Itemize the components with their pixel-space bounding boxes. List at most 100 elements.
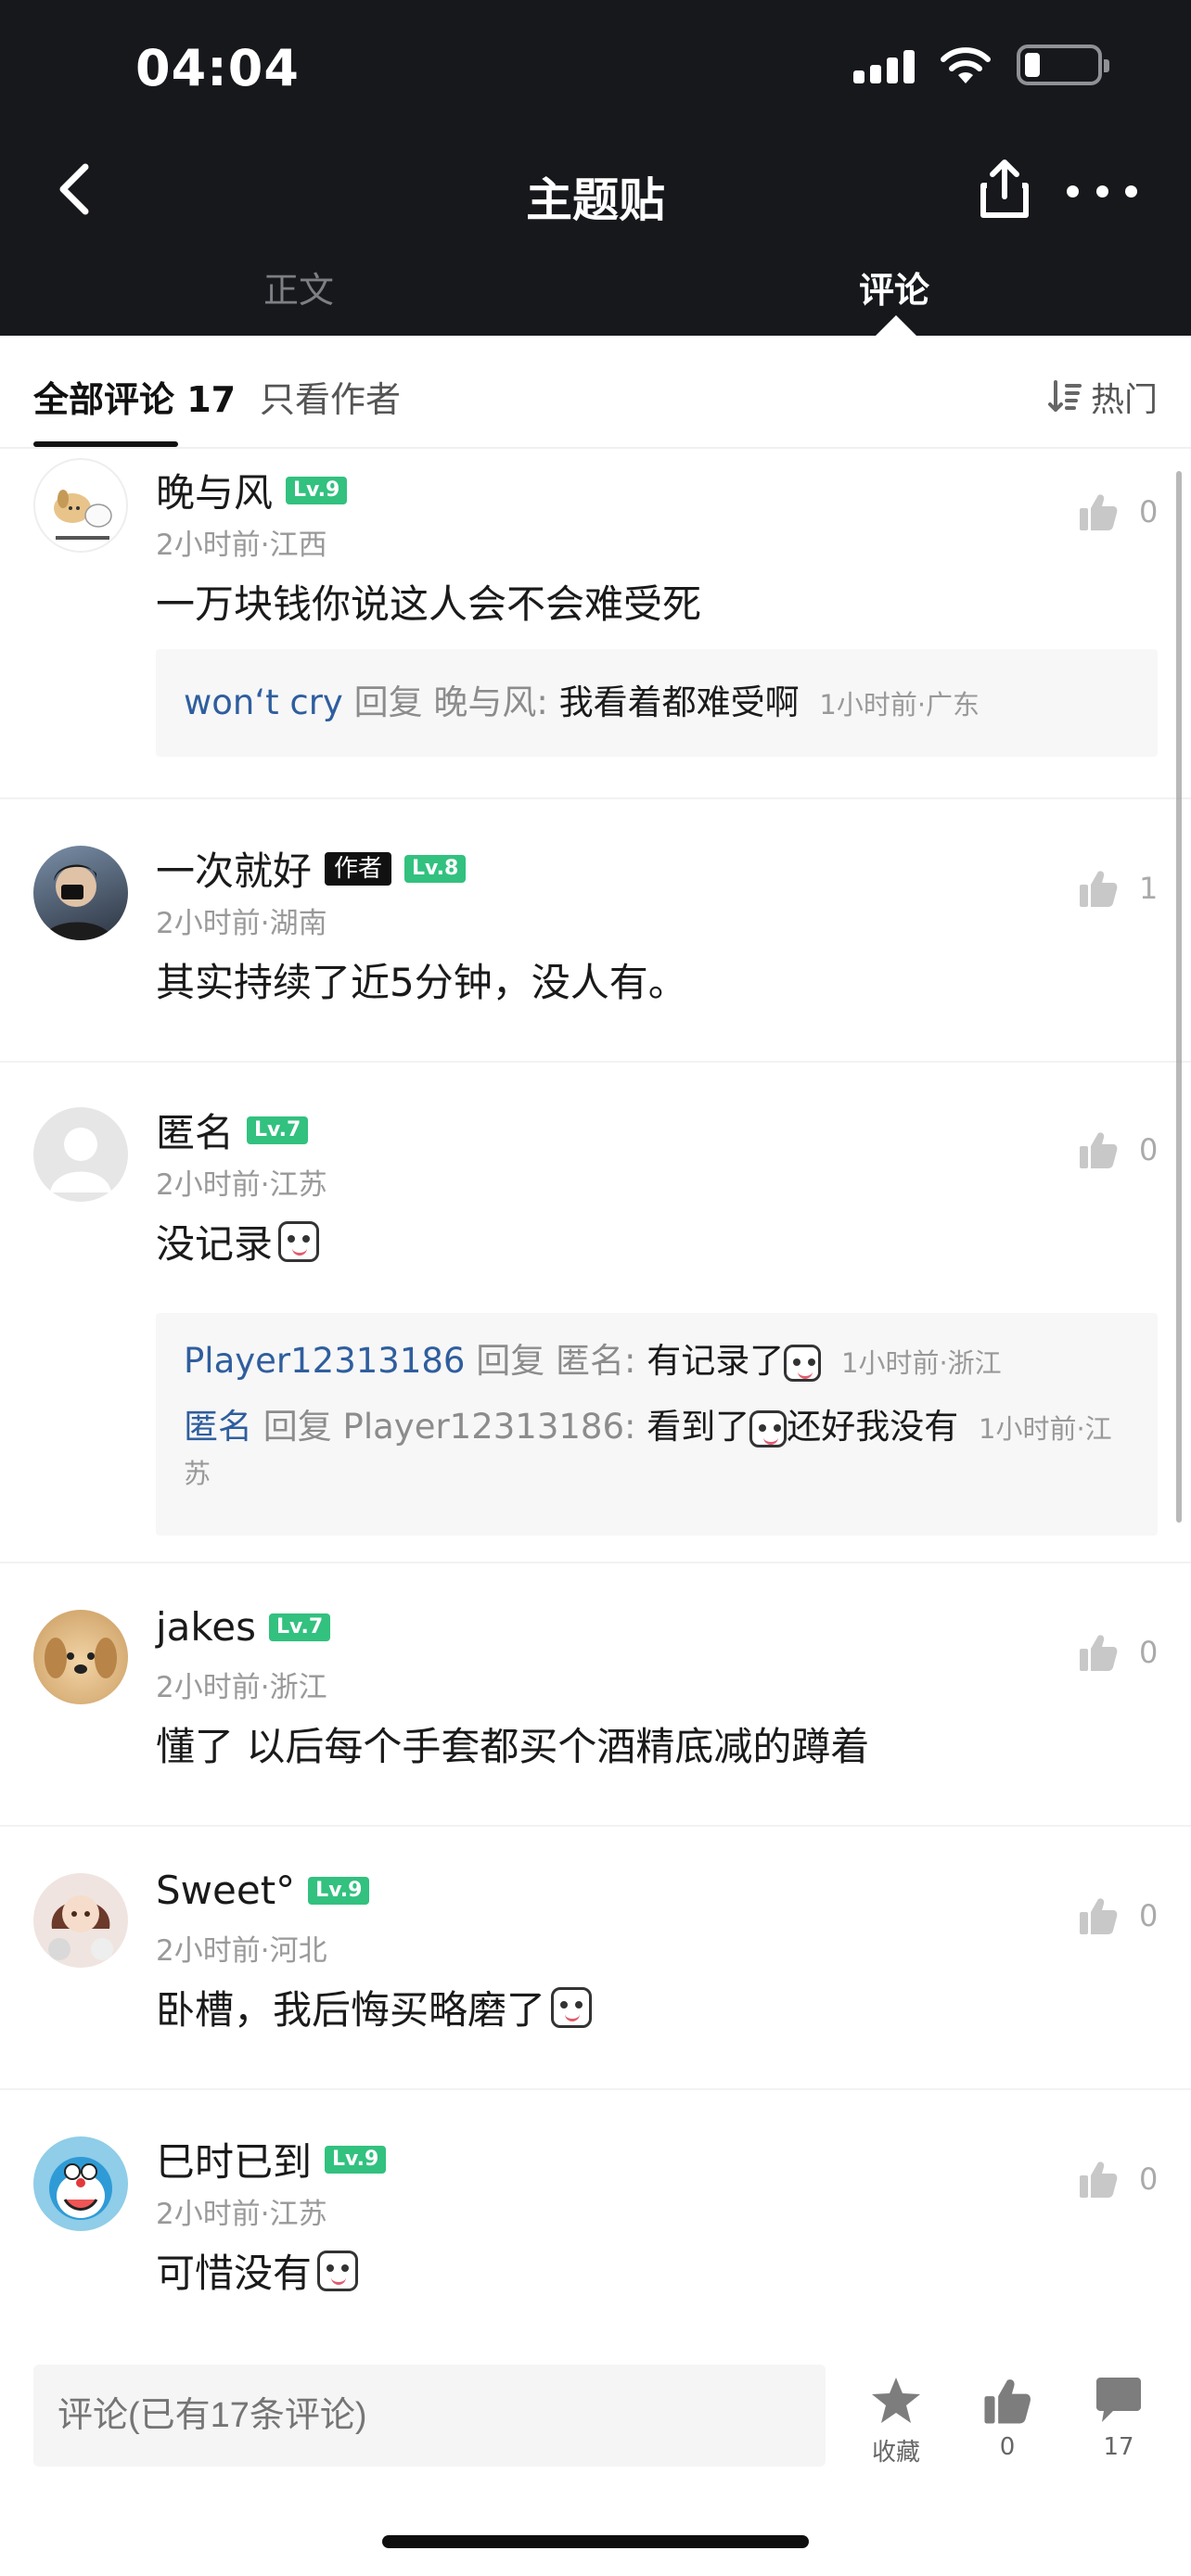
tongue-emoji-icon xyxy=(784,1344,822,1382)
level-badge: Lv.9 xyxy=(286,476,348,504)
smile-emoji-icon xyxy=(317,2250,359,2291)
like-button[interactable]: 0 xyxy=(1078,1895,1158,1936)
sort-icon xyxy=(1047,380,1082,412)
avatar[interactable] xyxy=(33,2136,128,2231)
back-button[interactable] xyxy=(48,158,100,221)
reply-time: 1小时前·浙江 xyxy=(841,1347,1002,1379)
comment-author-name[interactable]: jakes xyxy=(156,1604,256,1650)
comment-author-name[interactable]: 巳时已到 xyxy=(156,2131,312,2187)
more-button[interactable] xyxy=(1067,172,1137,210)
like-count: 0 xyxy=(1139,2162,1159,2197)
back-chevron-icon xyxy=(59,163,89,215)
default-user-avatar-icon xyxy=(50,1128,111,1192)
comment-meta: 2小时前·湖南 xyxy=(156,907,327,940)
thumbs-up-icon xyxy=(984,2379,1031,2424)
person-photo-avatar-icon xyxy=(43,864,113,940)
comment-author-name[interactable]: 匿名 xyxy=(156,1102,234,1158)
reply-box: won‘t cry 回复 晚与风: 我看着都难受啊 1小时前·广东 xyxy=(156,649,1158,757)
comment-author-name[interactable]: 一次就好 xyxy=(156,840,312,897)
reply-target[interactable]: Player12313186: xyxy=(343,1407,636,1447)
level-badge: Lv.8 xyxy=(404,854,467,883)
battery-icon xyxy=(1017,45,1109,85)
avatar[interactable] xyxy=(33,458,128,553)
comment-input[interactable] xyxy=(33,2365,826,2467)
like-button[interactable]: 1 xyxy=(1078,868,1158,909)
app-header: 04:04 主题贴 正文 评论 xyxy=(0,0,1191,336)
like-button[interactable]: 0 xyxy=(1078,491,1158,532)
puppy-avatar-icon xyxy=(45,1638,117,1678)
comment-meta: 2小时前·浙江 xyxy=(156,1671,327,1704)
comment-text: 卧槽，我后悔买略磨了 xyxy=(156,1979,593,2035)
comment-filter-bar: 全部评论 17 只看作者 热门 xyxy=(0,336,1191,449)
comment-text: 一万块钱你说这人会不会难受死 xyxy=(156,581,702,627)
status-time: 04:04 xyxy=(135,39,300,97)
level-badge: Lv.7 xyxy=(247,1116,309,1144)
reply-text: 我看着都难受啊 xyxy=(558,682,800,722)
reply-target[interactable]: 晚与风: xyxy=(433,682,547,722)
smile-emoji-icon xyxy=(278,1220,320,1262)
thumbs-up-icon xyxy=(1080,2162,1118,2198)
avatar[interactable] xyxy=(33,846,128,940)
share-button[interactable] xyxy=(974,156,1035,223)
thumbs-up-icon xyxy=(1080,1898,1118,1934)
reply-box: Player12313186 回复 匿名: 有记录了 1小时前·浙江 匿名 回复… xyxy=(156,1313,1158,1536)
comment-bubble-icon xyxy=(1096,2378,1141,2422)
like-button[interactable]: 0 xyxy=(1078,1129,1158,1170)
comment-list: 晚与风 Lv.9 2小时前·江西 一万块钱你说这人会不会难受死 0 won‘t … xyxy=(0,451,1191,2340)
reply-user[interactable]: Player12313186 xyxy=(184,1341,465,1381)
comment-item: 匿名 Lv.7 2小时前·江苏 没记录 0 Player12313186 回复 … xyxy=(0,1063,1191,1563)
active-tab-indicator xyxy=(876,315,916,336)
comment-author-name[interactable]: 晚与风 xyxy=(156,462,273,518)
like-button[interactable]: 0 xyxy=(1078,1632,1158,1673)
comment-text: 没记录 xyxy=(156,1213,320,1269)
reply-target[interactable]: 匿名: xyxy=(556,1341,635,1381)
comment-text: 其实持续了近5分钟，没人有。 xyxy=(156,960,687,1005)
share-icon xyxy=(980,159,1029,218)
avatar[interactable] xyxy=(33,1107,128,1202)
comment-item: Sweet° Lv.9 2小时前·河北 卧槽，我后悔买略磨了 0 xyxy=(0,1827,1191,2090)
wifi-icon xyxy=(941,47,991,83)
filter-author-only[interactable]: 只看作者 xyxy=(260,371,401,422)
reply-user[interactable]: won‘t cry xyxy=(184,682,343,722)
reply-user[interactable]: 匿名 xyxy=(184,1407,252,1447)
sort-label: 热门 xyxy=(1090,381,1158,419)
like-count: 0 xyxy=(1139,494,1159,529)
favorite-label: 收藏 xyxy=(871,2439,920,2467)
cellular-signal-icon xyxy=(853,46,915,83)
star-icon xyxy=(872,2378,920,2423)
filter-all-comments[interactable]: 全部评论 17 xyxy=(33,371,236,422)
reply-item: 匿名 回复 Player12313186: 看到了 还好我没有 1小时前·江苏 xyxy=(184,1407,1112,1489)
dog-avatar-icon xyxy=(54,490,112,540)
home-indicator[interactable] xyxy=(382,2535,809,2548)
tab-body[interactable]: 正文 xyxy=(263,261,334,312)
comment-item: 巳时已到 Lv.9 2小时前·江苏 可惜没有 0 xyxy=(0,2090,1191,2340)
level-badge: Lv.9 xyxy=(325,2145,387,2174)
like-count: 0 xyxy=(1139,1635,1159,1670)
level-badge: Lv.7 xyxy=(268,1613,331,1641)
author-badge: 作者 xyxy=(325,851,392,886)
reply-text-continued: 还好我没有 xyxy=(787,1407,959,1447)
like-count: 1 xyxy=(1139,871,1159,906)
favorite-button[interactable]: 收藏 xyxy=(850,2376,942,2468)
comment-item: jakes Lv.7 2小时前·浙江 懂了 以后每个手套都买个酒精底减的蹲着 0 xyxy=(0,1563,1191,1827)
level-badge: Lv.9 xyxy=(308,1876,370,1905)
tab-comments[interactable]: 评论 xyxy=(859,261,929,312)
comment-item: 一次就好 作者 Lv.8 2小时前·湖南 其实持续了近5分钟，没人有。 1 xyxy=(0,799,1191,1063)
reply-item: won‘t cry 回复 晚与风: 我看着都难受啊 1小时前·广东 xyxy=(184,682,980,722)
scrollbar[interactable] xyxy=(1176,471,1182,1523)
avatar[interactable] xyxy=(33,1873,128,1968)
like-post-button[interactable]: 0 xyxy=(961,2376,1054,2461)
like-count: 0 xyxy=(1139,1898,1159,1933)
avatar[interactable] xyxy=(33,1610,128,1704)
sort-button[interactable]: 热门 xyxy=(1046,373,1158,421)
shocked-emoji-icon xyxy=(551,1986,593,2028)
more-icon xyxy=(1067,185,1079,198)
girl-with-cats-avatar-icon xyxy=(48,1895,113,1960)
like-button[interactable]: 0 xyxy=(1078,2159,1158,2200)
thumbs-up-icon xyxy=(1080,494,1118,530)
doraemon-avatar-icon xyxy=(49,2157,112,2220)
comment-item: 晚与风 Lv.9 2小时前·江西 一万块钱你说这人会不会难受死 0 won‘t … xyxy=(0,451,1191,799)
thumbs-up-icon xyxy=(1080,871,1118,907)
comments-button[interactable]: 17 xyxy=(1072,2376,1165,2461)
comment-author-name[interactable]: Sweet° xyxy=(156,1868,295,1913)
